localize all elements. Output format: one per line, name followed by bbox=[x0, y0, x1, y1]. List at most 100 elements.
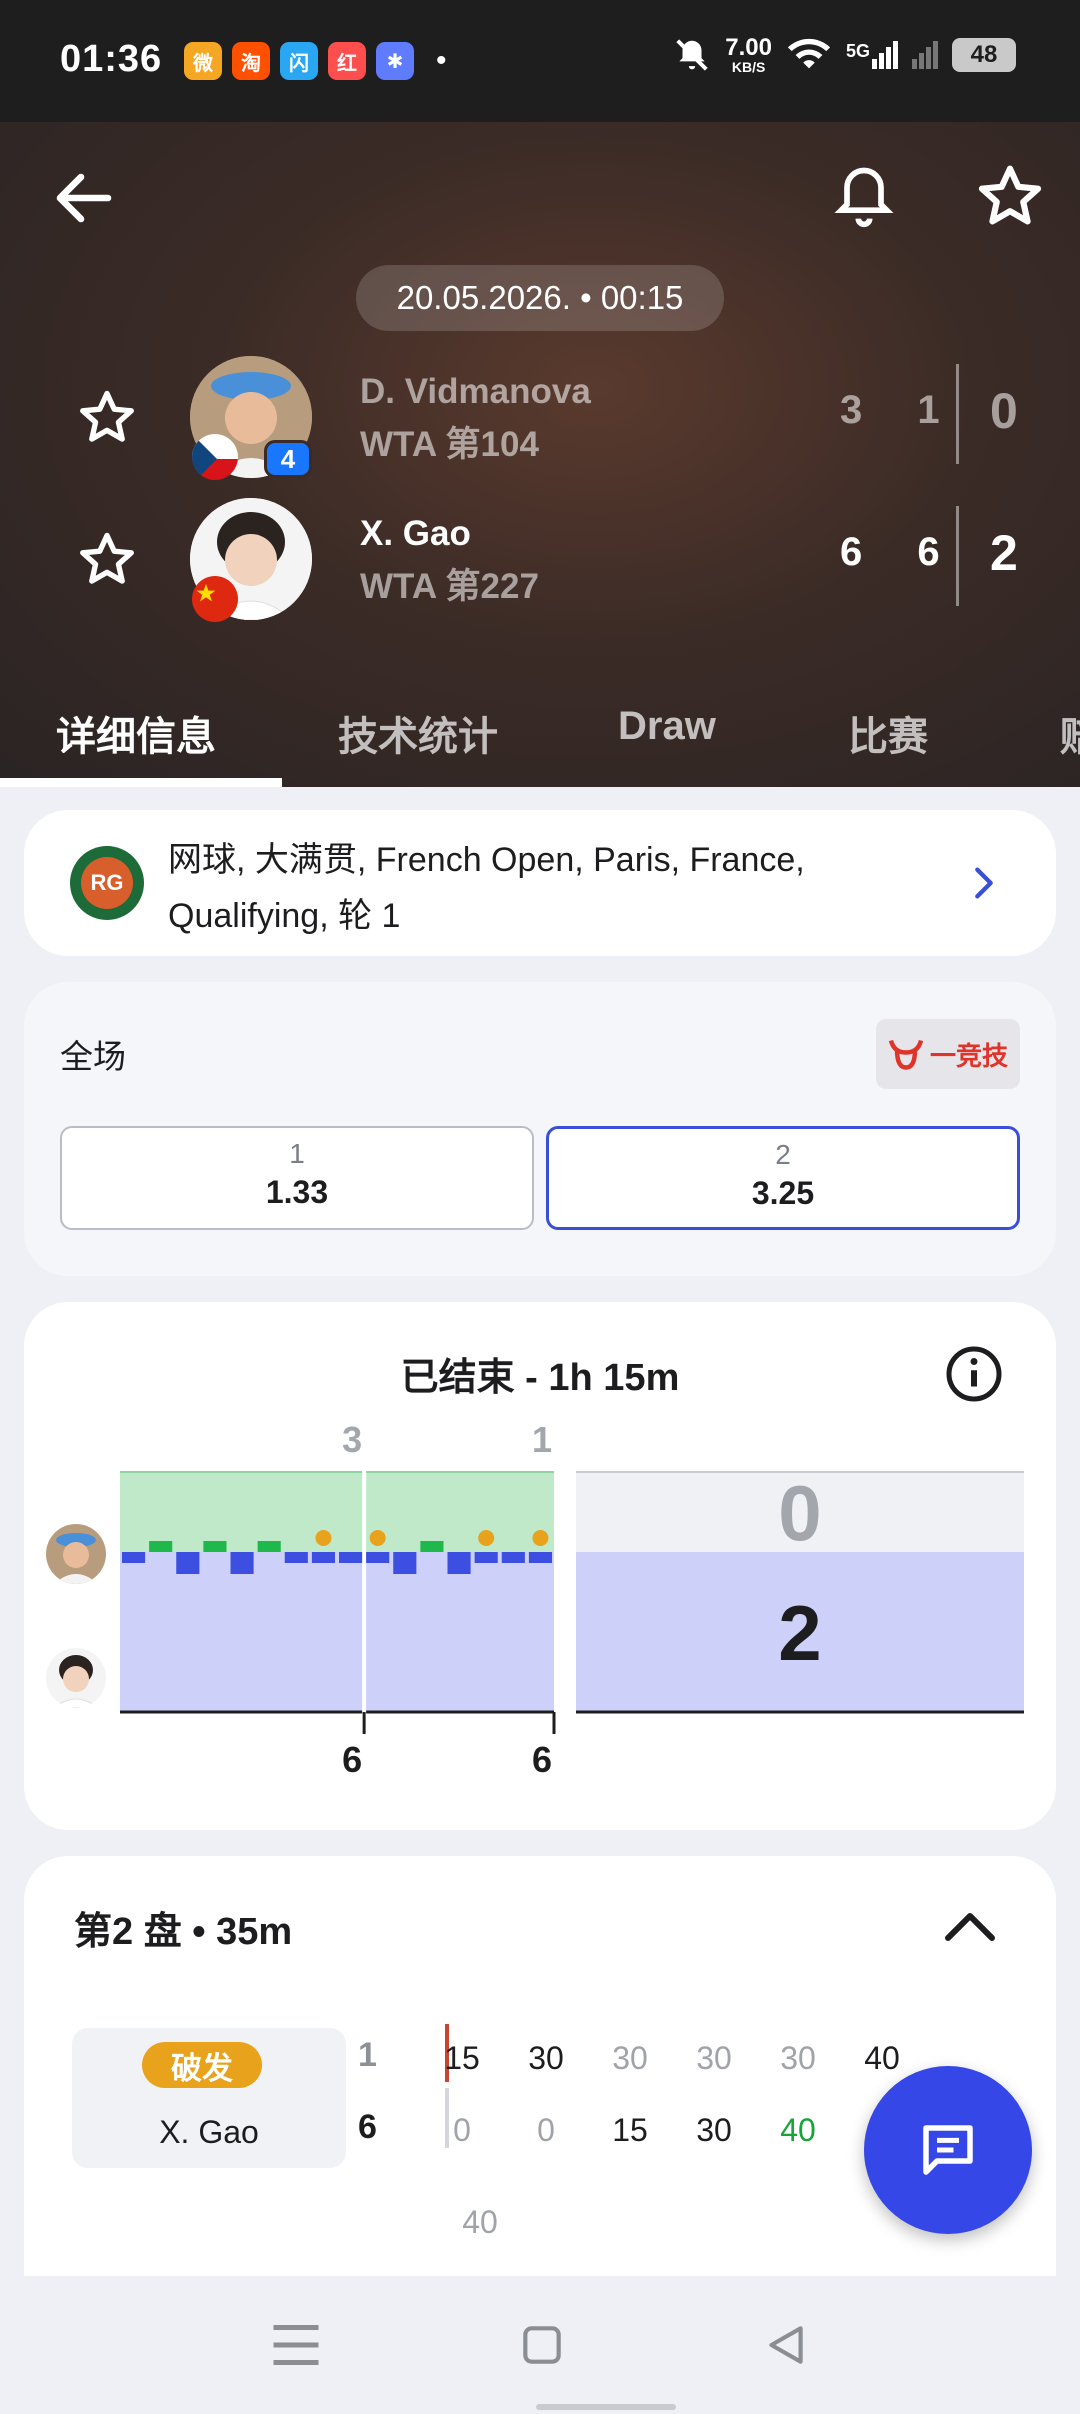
game-bar bbox=[420, 1541, 444, 1552]
game-bar bbox=[528, 1552, 552, 1563]
more-notifications-dot: • bbox=[436, 44, 447, 77]
set-scores: 3 1 bbox=[840, 388, 962, 432]
taobao-flash-icon: 闪 bbox=[280, 42, 318, 80]
player-row-2[interactable]: X. Gao WTA 第227 6 6 2 bbox=[0, 494, 1080, 624]
server-name: X. Gao bbox=[159, 2114, 259, 2150]
game-bar bbox=[501, 1552, 525, 1563]
point-score: 15 bbox=[444, 2040, 480, 2076]
game-bar bbox=[230, 1552, 254, 1574]
score-divider bbox=[956, 506, 959, 606]
game-score-top: 1 bbox=[358, 2036, 377, 2074]
info-icon[interactable] bbox=[944, 1344, 1004, 1404]
tab-statistics[interactable]: 技术统计 bbox=[338, 704, 498, 762]
set-score-bottom: 6 bbox=[342, 1739, 362, 1780]
tournament-card[interactable]: RG 网球, 大满贯, French Open, Paris, France, … bbox=[24, 810, 1056, 956]
bookmaker-logo[interactable]: 一竞技 bbox=[876, 1019, 1020, 1089]
taobao-icon: 淘 bbox=[232, 42, 270, 80]
system-icons: 7.00 KB/S 5G 48 bbox=[673, 36, 1016, 74]
tournament-info: 网球, 大满贯, French Open, Paris, France, Qua… bbox=[168, 841, 805, 935]
game-bar bbox=[393, 1552, 417, 1574]
tab-bar: 详细信息 技术统计 Draw 比赛 赔 bbox=[0, 682, 1080, 787]
sets-won: 2 bbox=[990, 525, 1018, 581]
odds-card: 全场 一竞技 1 1.33 2 3.25 bbox=[24, 982, 1056, 1276]
odds-option-2[interactable]: 2 3.25 bbox=[546, 1126, 1020, 1230]
match-datetime: 20.05.2026. • 00:15 bbox=[356, 265, 724, 331]
break-point-marker bbox=[369, 1530, 386, 1546]
match-header: 20.05.2026. • 00:15 4 D. Vidmanova WTA 第… bbox=[0, 122, 1080, 787]
seed-badge: 4 bbox=[264, 440, 312, 478]
game-bar bbox=[149, 1541, 173, 1552]
total-sets-player2: 2 bbox=[778, 1589, 821, 1677]
point-score: 40 bbox=[780, 2112, 816, 2148]
game-summary: 破发 X. Gao bbox=[72, 2028, 346, 2168]
total-sets-player1: 0 bbox=[778, 1469, 821, 1557]
player-name: D. Vidmanova bbox=[360, 372, 591, 411]
wifi-icon bbox=[787, 38, 831, 69]
mute-icon bbox=[676, 39, 708, 71]
point-score: 15 bbox=[612, 2112, 648, 2148]
favorite-star-icon[interactable] bbox=[972, 160, 1048, 234]
point-score: 30 bbox=[696, 2112, 732, 2148]
game-bar bbox=[257, 1541, 281, 1552]
game-bar bbox=[203, 1541, 227, 1552]
game-bar bbox=[311, 1552, 335, 1563]
set-score-bottom: 6 bbox=[532, 1739, 552, 1780]
game-bar bbox=[122, 1552, 146, 1563]
tab-matches[interactable]: 比赛 bbox=[848, 704, 928, 762]
tab-draw[interactable]: Draw bbox=[618, 704, 716, 749]
tab-odds[interactable]: 赔 bbox=[1060, 704, 1080, 762]
sets-won: 0 bbox=[990, 383, 1018, 439]
back-triangle-icon[interactable] bbox=[756, 2320, 816, 2370]
game-bar bbox=[474, 1552, 498, 1563]
game-bar bbox=[366, 1552, 390, 1563]
point-score: 30 bbox=[780, 2040, 816, 2076]
odds-market-label: 全场 bbox=[60, 1038, 126, 1075]
system-nav-bar bbox=[0, 2276, 1080, 2414]
game-bar bbox=[447, 1552, 471, 1574]
game-score-bottom: 6 bbox=[358, 2108, 377, 2146]
game-bar bbox=[339, 1552, 363, 1563]
roland-garros-logo: RG bbox=[70, 846, 144, 920]
player-row-1[interactable]: 4 D. Vidmanova WTA 第104 3 1 0 bbox=[0, 352, 1080, 482]
back-arrow-icon[interactable] bbox=[48, 162, 120, 234]
match-status-title: 已结束 - 1h 15m bbox=[400, 1357, 680, 1399]
xiaohongshu-icon: 红 bbox=[328, 42, 366, 80]
favorite-player-star-icon[interactable] bbox=[72, 528, 142, 592]
chat-button[interactable] bbox=[864, 2066, 1032, 2234]
break-point-marker bbox=[478, 1530, 495, 1546]
home-square-icon[interactable] bbox=[512, 2320, 572, 2370]
photos-icon: ✱ bbox=[376, 42, 414, 80]
break-point-marker bbox=[315, 1530, 332, 1546]
menu-icon[interactable] bbox=[266, 2320, 326, 2370]
tab-details[interactable]: 详细信息 bbox=[56, 704, 216, 762]
favorite-player-star-icon[interactable] bbox=[72, 386, 142, 450]
chevron-right-icon[interactable] bbox=[964, 860, 1004, 906]
active-tab-indicator bbox=[0, 778, 282, 787]
set-title: 第2 盘 • 35m bbox=[74, 1911, 293, 1953]
player-rank: WTA 第227 bbox=[360, 567, 539, 606]
signal-sim2-icon bbox=[912, 41, 938, 69]
player-rank: WTA 第104 bbox=[360, 425, 539, 464]
bell-icon[interactable] bbox=[830, 160, 898, 232]
game-bar bbox=[176, 1552, 200, 1574]
odds-option-1[interactable]: 1 1.33 bbox=[60, 1126, 534, 1230]
weibo-icon: 微 bbox=[184, 42, 222, 80]
set-scores: 6 6 bbox=[840, 530, 962, 574]
point-score: 0 bbox=[453, 2112, 471, 2148]
point-score: 30 bbox=[696, 2040, 732, 2076]
gesture-pill bbox=[536, 2404, 676, 2410]
score-divider bbox=[956, 364, 959, 464]
status-bar: 01:36 微 淘 闪 红 ✱ • 7.00 KB/S 5G 48 bbox=[0, 0, 1080, 122]
czech-flag-icon bbox=[190, 432, 240, 482]
momentum-chart: 3 1 6 6 0 2 bbox=[120, 1419, 1024, 1780]
break-point-marker bbox=[532, 1530, 549, 1546]
bull-icon bbox=[888, 1039, 924, 1070]
signal-5g-icon: 5G bbox=[846, 41, 898, 69]
player-name: X. Gao bbox=[360, 514, 471, 553]
chevron-up-icon[interactable] bbox=[942, 1906, 998, 1946]
set-score-top: 3 bbox=[342, 1419, 362, 1460]
battery-indicator: 48 bbox=[952, 38, 1016, 72]
point-score: 40 bbox=[864, 2040, 900, 2076]
game-bar bbox=[284, 1552, 308, 1563]
chat-icon bbox=[923, 2125, 973, 2175]
